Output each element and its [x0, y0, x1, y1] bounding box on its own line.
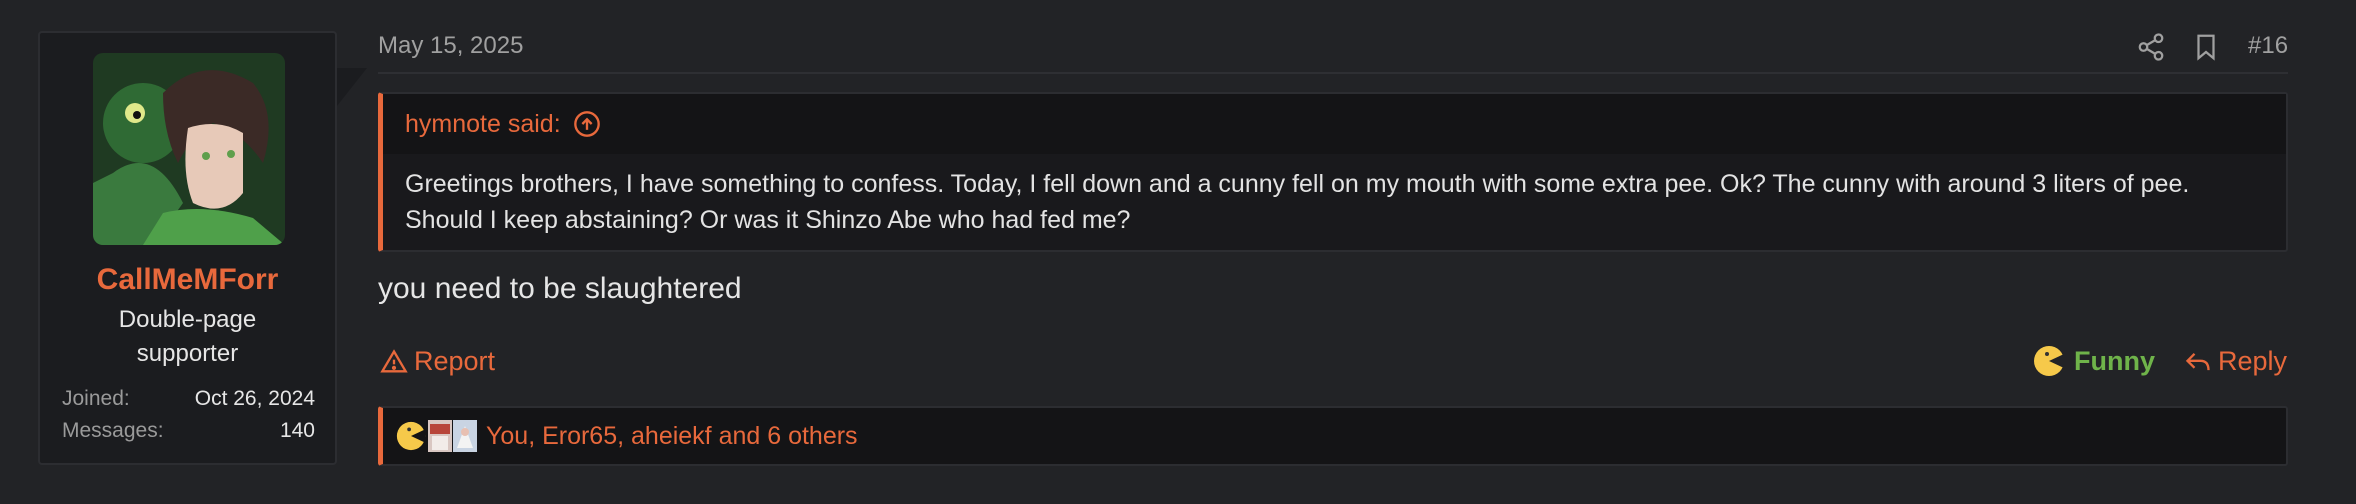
joined-label: Joined: — [62, 387, 130, 410]
messages-label: Messages: — [62, 419, 164, 442]
quote-header[interactable]: hymnote said: — [383, 94, 2286, 154]
funny-reaction-icon — [2034, 346, 2064, 376]
report-label: Report — [414, 346, 496, 376]
react-label: Funny — [2074, 345, 2155, 376]
user-card: CallMeMForr Double-page supporter Joined… — [38, 31, 337, 465]
warning-icon — [380, 348, 408, 372]
funny-reaction-icon — [396, 421, 426, 451]
joined-value: Oct 26, 2024 — [194, 387, 315, 410]
avatar[interactable] — [93, 53, 285, 245]
joined-row: Joined: Oct 26, 2024 — [62, 387, 315, 417]
user-title-line1: Double-page — [118, 306, 257, 333]
quote-text: Greetings brothers, I have something to … — [405, 170, 2190, 234]
user-title-line2: supporter — [136, 340, 239, 367]
share-icon[interactable] — [2136, 32, 2166, 62]
user-title: Double-page supporter — [40, 303, 335, 371]
react-button[interactable]: Funny — [2032, 344, 2155, 378]
post-number[interactable]: #16 — [2248, 32, 2288, 60]
reactor-avatar-icon — [453, 420, 477, 452]
header-divider — [378, 72, 2288, 74]
report-button[interactable]: Report — [380, 346, 495, 377]
quote-block: hymnote said: Greetings brothers, I have… — [378, 92, 2288, 252]
messages-row: Messages: 140 — [62, 419, 315, 449]
jump-to-quote-icon[interactable] — [573, 110, 601, 138]
username[interactable]: CallMeMForr — [40, 263, 335, 297]
reactions-summary[interactable]: You, Eror65, aheiekf and 6 others — [486, 422, 858, 451]
post-date[interactable]: May 15, 2025 — [378, 32, 523, 60]
reactor-icons — [395, 420, 478, 452]
reply-button[interactable]: Reply — [2184, 346, 2287, 377]
reply-icon — [2185, 352, 2210, 370]
messages-value[interactable]: 140 — [280, 419, 315, 449]
reactions-bar[interactable]: You, Eror65, aheiekf and 6 others — [378, 406, 2288, 466]
bookmark-icon[interactable] — [2191, 32, 2221, 62]
reactor-avatar-icon — [428, 420, 452, 452]
reply-label: Reply — [2218, 346, 2288, 376]
post-body: you need to be slaughtered — [378, 272, 742, 305]
quote-author[interactable]: hymnote said: — [405, 110, 561, 139]
user-card-pointer — [337, 68, 367, 106]
